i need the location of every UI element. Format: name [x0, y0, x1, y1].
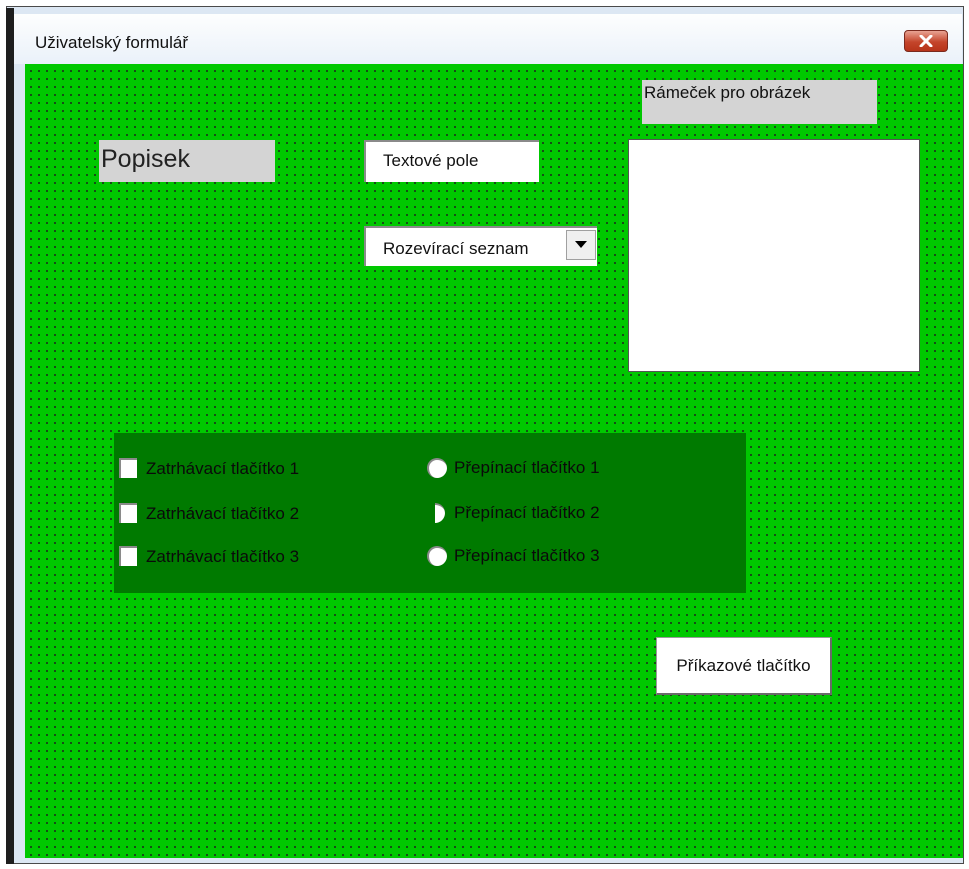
window-left-edge — [6, 8, 14, 864]
checkbox-label: Zatrhávací tlačítko 2 — [146, 504, 300, 523]
window-title: Uživatelský formulář — [35, 33, 189, 52]
image-frame-label: Rámeček pro obrázek — [642, 80, 877, 124]
checkbox-label: Zatrhávací tlačítko 3 — [146, 547, 300, 566]
close-icon — [919, 35, 933, 47]
command-button[interactable]: Příkazové tlačítko — [656, 637, 832, 695]
checkbox-box[interactable] — [119, 503, 137, 523]
checkbox-label: Zatrhávací tlačítko 1 — [146, 459, 300, 478]
dropdown-combo[interactable]: Rozevírací seznam — [364, 226, 597, 266]
radio-circle[interactable] — [427, 458, 447, 478]
checkbox-box[interactable] — [119, 458, 137, 478]
dropdown-button[interactable] — [566, 230, 596, 260]
radio-label: Přepínací tlačítko 3 — [454, 546, 600, 565]
dropdown-selected-value: Rozevírací seznam — [383, 239, 529, 258]
close-button[interactable] — [904, 30, 948, 52]
label-popisek: Popisek — [99, 140, 275, 182]
chevron-down-icon — [575, 241, 587, 248]
radio-label: Přepínací tlačítko 1 — [454, 458, 600, 477]
image-frame — [628, 139, 920, 372]
radio-label: Přepínací tlačítko 2 — [454, 503, 600, 522]
checkbox-box[interactable] — [119, 546, 137, 566]
radio-circle[interactable] — [427, 546, 447, 566]
text-field[interactable]: Textové pole — [364, 140, 539, 182]
